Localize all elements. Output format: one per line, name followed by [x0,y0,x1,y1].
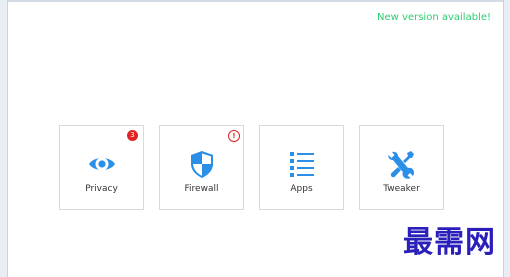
window-right-border [503,0,510,277]
tile-label-privacy: Privacy [85,184,118,194]
wrench-icon [387,151,414,179]
tile-label-apps: Apps [290,184,313,194]
watermark-logo: 最需网 [403,225,496,260]
window-top-border [0,0,510,2]
tile-privacy[interactable]: 3 Privacy [59,125,144,210]
shield-icon [190,151,213,178]
app-window: New version available! 3 Privacy ! Firew… [0,0,510,277]
tile-label-tweaker: Tweaker [383,184,420,194]
window-left-border [0,0,8,277]
tile-label-firewall: Firewall [184,184,219,194]
tile-apps[interactable]: Apps [259,125,344,210]
eye-icon [88,157,115,171]
privacy-count-badge: 3 [127,130,138,141]
tile-firewall[interactable]: ! Firewall [159,125,244,210]
tile-tweaker[interactable]: Tweaker [359,125,444,210]
firewall-alert-badge: ! [228,130,240,142]
list-icon [289,152,314,177]
new-version-link[interactable]: New version available! [377,12,491,23]
